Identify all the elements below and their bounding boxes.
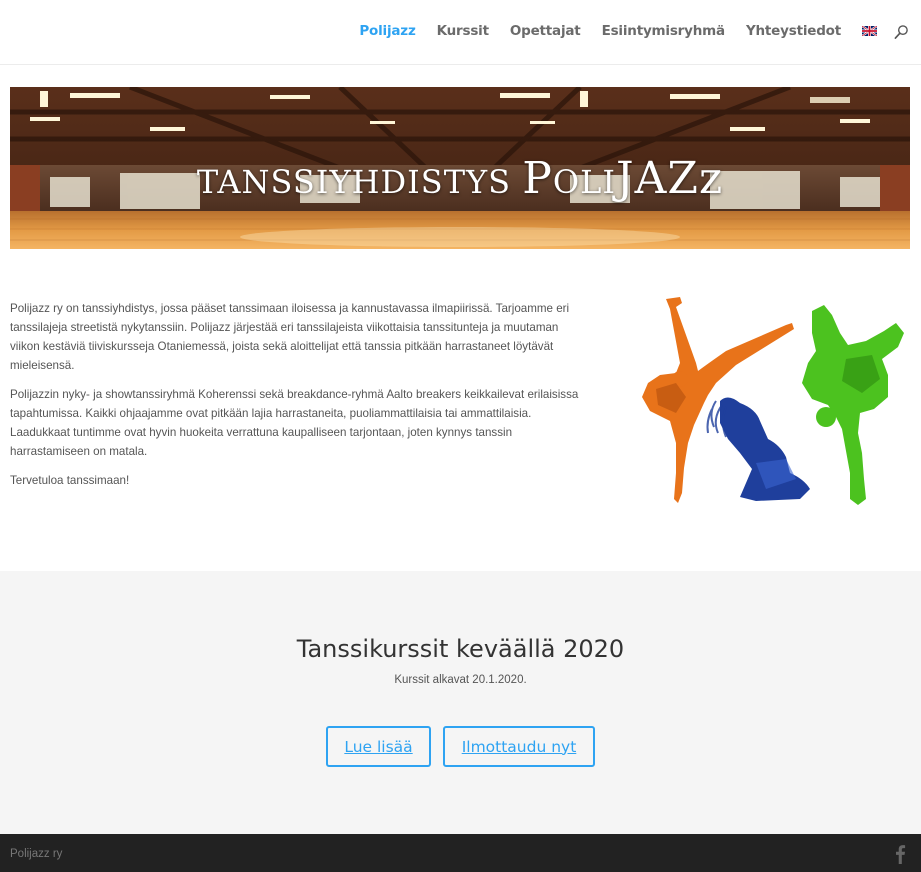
nav-item-opettajat[interactable]: Opettajat [510, 23, 581, 39]
footer-copyright: Polijazz ry [10, 848, 63, 860]
nav-item-esiintymisryhma[interactable]: Esiintymisryhmä [602, 23, 726, 39]
intro-paragraph: Polijazzin nyky- ja showtanssiryhmä Kohe… [10, 388, 579, 458]
dancers-illustration [642, 297, 904, 505]
main-nav: Polijazz Kurssit Opettajat Esiintymisryh… [359, 23, 841, 39]
intro-paragraph: Polijazz ry on tanssiyhdistys, jossa pää… [10, 302, 570, 372]
nav-item-kurssit[interactable]: Kurssit [437, 23, 489, 39]
nav-item-polijazz[interactable]: Polijazz [359, 23, 415, 39]
intro-text: Polijazz ry on tanssiyhdistys, jossa pää… [10, 299, 590, 500]
search-icon[interactable] [894, 24, 909, 40]
intro-paragraph: Tervetuloa tanssimaan! [10, 474, 130, 487]
courses-title: Tanssikurssit keväällä 2020 [296, 635, 625, 663]
nav-item-yhteystiedot[interactable]: Yhteystiedot [746, 23, 841, 39]
read-more-button[interactable]: Lue lisää [326, 726, 431, 767]
site-footer: Polijazz ry [0, 834, 921, 872]
hero-banner: TANSSIYHDISTYS POLIJAZz [10, 87, 910, 249]
facebook-icon[interactable] [894, 844, 906, 864]
courses-subtitle: Kurssit alkavat 20.1.2020. [394, 674, 527, 686]
courses-section: Tanssikurssit keväällä 2020 Kurssit alka… [0, 571, 921, 834]
banner-title: TANSSIYHDISTYS POLIJAZz [196, 153, 724, 204]
register-button[interactable]: Ilmottaudu nyt [443, 726, 595, 767]
uk-flag-icon[interactable] [862, 26, 877, 36]
site-header: Polijazz Kurssit Opettajat Esiintymisryh… [0, 0, 921, 65]
